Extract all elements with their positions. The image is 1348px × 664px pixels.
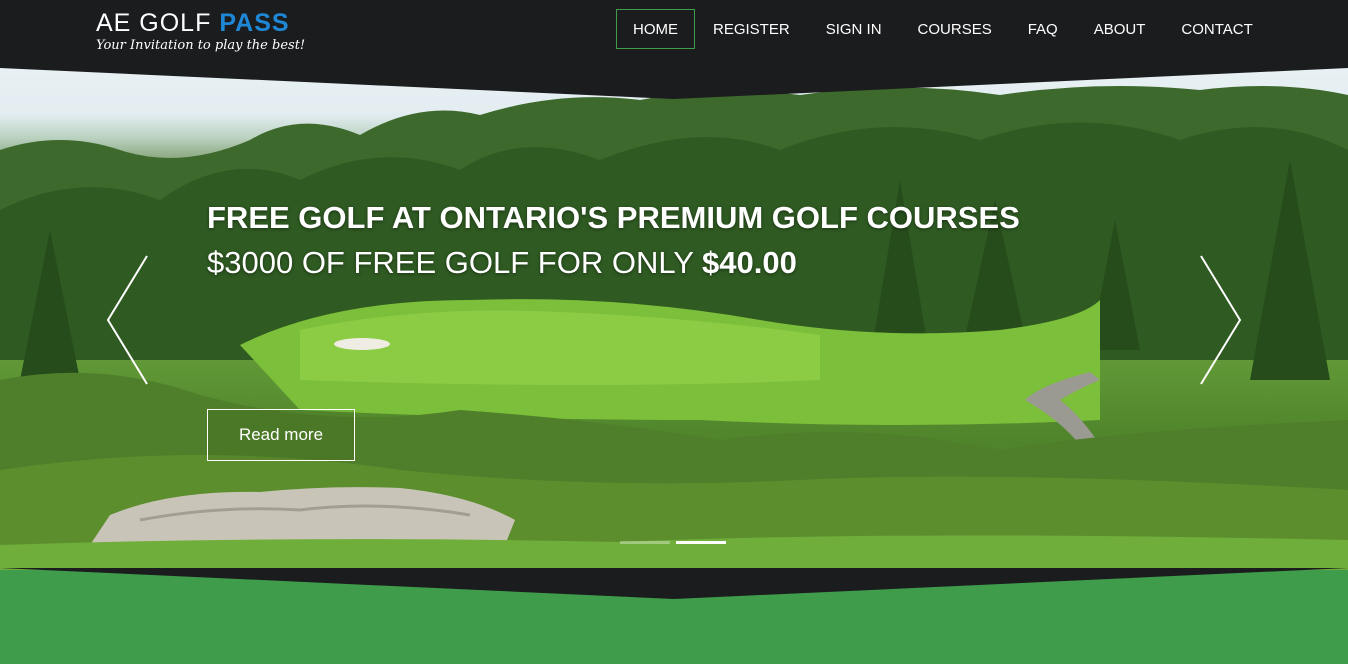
hero-bottom-divider [0,568,1348,599]
nav-courses[interactable]: COURSES [900,9,1010,49]
hero-subline: $3000 OF FREE GOLF FOR ONLY $40.00 [207,245,797,281]
hero-price: $40.00 [702,245,797,280]
chevron-left-icon [106,255,148,385]
nav-faq[interactable]: FAQ [1010,9,1076,49]
hero-carousel: AE GOLF PASS Your Invitation to play the… [0,0,1348,570]
site-logo[interactable]: AE GOLF PASS Your Invitation to play the… [96,10,305,53]
site-header: AE GOLF PASS Your Invitation to play the… [0,0,1348,100]
logo-tagline: Your Invitation to play the best! [96,38,306,53]
carousel-indicators [620,541,726,544]
carousel-next-button[interactable] [1198,254,1244,386]
nav-register[interactable]: REGISTER [695,9,808,49]
logo-name-light: AE GOLF [96,9,212,37]
read-more-button[interactable]: Read more [207,409,355,461]
nav-home[interactable]: HOME [616,9,695,49]
hero-headline: FREE GOLF AT ONTARIO'S PREMIUM GOLF COUR… [207,200,1020,235]
hero-subline-text: $3000 OF FREE GOLF FOR ONLY [207,245,694,280]
nav-about[interactable]: ABOUT [1076,9,1164,49]
nav-sign-in[interactable]: SIGN IN [808,9,900,49]
logo-wordmark: AE GOLF PASS [96,10,305,36]
carousel-prev-button[interactable] [104,254,150,386]
carousel-indicator-2[interactable] [676,541,726,544]
carousel-indicator-1[interactable] [620,541,670,544]
chevron-right-icon [1200,255,1242,385]
logo-name-bold: PASS [219,9,290,37]
nav-contact[interactable]: CONTACT [1163,9,1270,49]
main-navigation: HOME REGISTER SIGN IN COURSES FAQ ABOUT … [616,9,1271,49]
